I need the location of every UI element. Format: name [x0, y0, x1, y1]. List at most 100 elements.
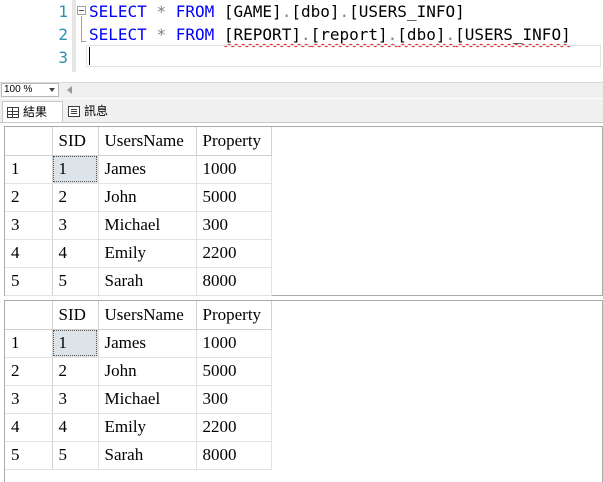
grid-header-row: SID UsersName Property	[5, 127, 272, 156]
cell-property[interactable]: 8000	[196, 267, 272, 296]
scroll-left-arrow-icon[interactable]	[67, 86, 72, 94]
line-number: 3	[58, 48, 68, 67]
code-line-1[interactable]: SELECT * FROM [GAME].[dbo].[USERS_INFO]	[89, 0, 465, 23]
identifier-table: [USERS_INFO]	[455, 25, 571, 44]
code-line-2[interactable]: SELECT * FROM [REPORT].[report].[dbo].[U…	[89, 23, 571, 46]
tab-messages[interactable]: 訊息	[64, 101, 120, 122]
operator-dot: .	[387, 25, 398, 44]
column-header-property[interactable]: Property	[196, 127, 272, 156]
line-number: 1	[58, 2, 68, 21]
cell-usersname[interactable]: James	[98, 155, 197, 184]
cell-property[interactable]: 5000	[196, 357, 272, 386]
cell-property[interactable]: 300	[196, 211, 272, 240]
operator-dot: .	[445, 25, 456, 44]
identifier-schema: [dbo]	[397, 25, 446, 44]
cell-property[interactable]: 300	[196, 385, 272, 414]
table-row[interactable]: 4 4 Emily 2200	[5, 413, 272, 442]
cell-usersname[interactable]: Emily	[98, 413, 197, 442]
cell-usersname[interactable]: John	[98, 183, 197, 212]
cell-usersname[interactable]: Michael	[98, 385, 197, 414]
tab-messages-label: 訊息	[84, 104, 109, 118]
column-header-property[interactable]: Property	[196, 301, 272, 330]
identifier-server: [REPORT]	[223, 25, 301, 44]
outline-line-end	[81, 41, 86, 42]
squiggle-error: [REPORT].[report].[dbo].[USERS_INFO]	[224, 25, 571, 44]
cell-property[interactable]: 1000	[196, 329, 272, 358]
row-number[interactable]: 4	[5, 413, 53, 442]
row-number[interactable]: 1	[5, 329, 53, 358]
zoom-value: 100 %	[4, 84, 33, 95]
cell-property[interactable]: 5000	[196, 183, 272, 212]
column-header-sid[interactable]: SID	[52, 127, 99, 156]
table-row[interactable]: 5 5 Sarah 8000	[5, 267, 272, 296]
cell-sid[interactable]: 5	[52, 267, 99, 296]
table-row[interactable]: 3 3 Michael 300	[5, 385, 272, 414]
cell-sid[interactable]: 2	[52, 357, 99, 386]
current-line-highlight	[86, 45, 601, 67]
results-tab-strip: 結果 訊息	[0, 99, 603, 123]
row-number[interactable]: 2	[5, 357, 53, 386]
cell-property[interactable]: 8000	[196, 441, 272, 470]
row-number[interactable]: 5	[5, 441, 53, 470]
cell-sid[interactable]: 2	[52, 183, 99, 212]
cell-sid[interactable]: 3	[52, 385, 99, 414]
column-header-sid[interactable]: SID	[52, 301, 99, 330]
row-number[interactable]: 4	[5, 239, 53, 268]
operator-dot: .	[300, 25, 311, 44]
result-grid-2[interactable]: SID UsersName Property 1 1 James 1000 2 …	[4, 300, 603, 482]
identifier-database: [report]	[310, 25, 388, 44]
cell-property[interactable]: 2200	[196, 413, 272, 442]
cell-sid[interactable]: 4	[52, 413, 99, 442]
grid-corner-cell[interactable]	[5, 301, 53, 330]
cell-sid[interactable]: 4	[52, 239, 99, 268]
table-row[interactable]: 1 1 James 1000	[5, 329, 272, 358]
line-number-gutter: 1 2 3	[0, 0, 72, 82]
cell-usersname[interactable]: Emily	[98, 239, 197, 268]
table-row[interactable]: 2 2 John 5000	[5, 357, 272, 386]
row-number[interactable]: 3	[5, 211, 53, 240]
keyword-from: FROM	[175, 25, 215, 44]
cell-property[interactable]: 1000	[196, 155, 272, 184]
grid-header-row: SID UsersName Property	[5, 301, 272, 330]
cell-sid[interactable]: 5	[52, 441, 99, 470]
operator-dot: .	[339, 2, 350, 21]
cell-usersname[interactable]: John	[98, 357, 197, 386]
result-grid-1[interactable]: SID UsersName Property 1 1 James 1000 2 …	[4, 126, 603, 296]
cell-sid[interactable]: 1	[52, 329, 99, 358]
row-number[interactable]: 2	[5, 183, 53, 212]
column-header-usersname[interactable]: UsersName	[98, 127, 197, 156]
collapse-icon[interactable]	[77, 6, 86, 15]
results-grid-icon	[7, 106, 19, 118]
identifier-database: [GAME]	[223, 2, 282, 21]
keyword-from: FROM	[175, 2, 215, 21]
identifier-table: [USERS_INFO]	[349, 2, 465, 21]
cell-usersname[interactable]: James	[98, 329, 197, 358]
line-number: 2	[58, 25, 68, 44]
zoom-dropdown[interactable]: 100 %	[1, 83, 59, 97]
column-header-usersname[interactable]: UsersName	[98, 301, 197, 330]
table-row[interactable]: 2 2 John 5000	[5, 183, 272, 212]
editor-status-strip: 100 %	[0, 82, 603, 98]
cell-usersname[interactable]: Sarah	[98, 441, 197, 470]
keyword-select: SELECT	[89, 25, 147, 44]
row-number[interactable]: 5	[5, 267, 53, 296]
table-row[interactable]: 4 4 Emily 2200	[5, 239, 272, 268]
operator-star: *	[156, 25, 167, 44]
outline-line	[81, 16, 82, 42]
cell-sid[interactable]: 3	[52, 211, 99, 240]
cell-usersname[interactable]: Sarah	[98, 267, 197, 296]
query-editor[interactable]: 1 2 3 SELECT * FROM [GAME].[dbo].[USERS_…	[0, 0, 603, 82]
table-row[interactable]: 3 3 Michael 300	[5, 211, 272, 240]
results-pane: SID UsersName Property 1 1 James 1000 2 …	[0, 124, 603, 482]
table-row[interactable]: 5 5 Sarah 8000	[5, 441, 272, 470]
row-number[interactable]: 3	[5, 385, 53, 414]
row-number[interactable]: 1	[5, 155, 53, 184]
text-caret	[89, 47, 90, 65]
operator-dot: .	[281, 2, 292, 21]
cell-property[interactable]: 2200	[196, 239, 272, 268]
table-row[interactable]: 1 1 James 1000	[5, 155, 272, 184]
grid-corner-cell[interactable]	[5, 127, 53, 156]
cell-sid[interactable]: 1	[52, 155, 99, 184]
cell-usersname[interactable]: Michael	[98, 211, 197, 240]
tab-results[interactable]: 結果	[2, 101, 63, 122]
